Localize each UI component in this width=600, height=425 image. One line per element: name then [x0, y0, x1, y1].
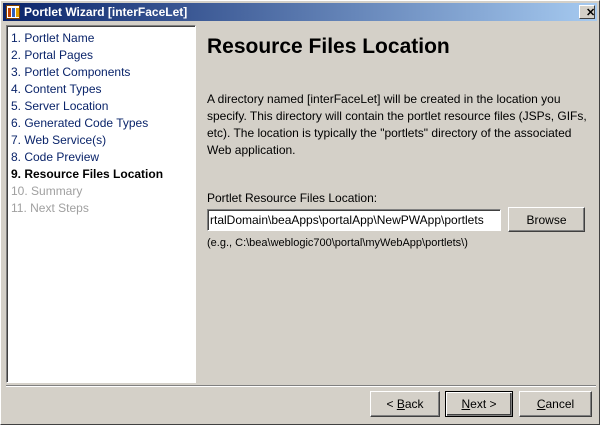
next-label-rest: ext	[470, 397, 487, 411]
back-mnemonic: B	[396, 397, 405, 411]
example-path-hint: (e.g., C:\bea\weblogic700\portal\myWebAp…	[207, 237, 468, 249]
next-mnemonic: N	[461, 397, 471, 411]
step-item-web-services[interactable]: 7. Web Service(s)	[11, 132, 195, 149]
step-item-code-preview[interactable]: 8. Code Preview	[11, 149, 195, 166]
app-icon	[6, 5, 20, 19]
step-item-content-types[interactable]: 4. Content Types	[11, 81, 195, 98]
step-item-portal-pages[interactable]: 2. Portal Pages	[11, 47, 195, 64]
footer-divider	[6, 385, 596, 387]
back-prefix: <	[386, 397, 397, 411]
step-item-next-steps: 11. Next Steps	[11, 201, 89, 215]
cancel-button[interactable]: Cancel	[519, 391, 592, 417]
resource-location-label: Portlet Resource Files Location:	[207, 191, 378, 205]
title-bar[interactable]: Portlet Wizard [interFaceLet] ✕	[3, 3, 597, 21]
back-label-rest: ack	[404, 397, 424, 411]
step-item-portlet-components[interactable]: 3. Portlet Components	[11, 64, 195, 81]
cancel-label-rest: ancel	[545, 397, 575, 411]
next-suffix: >	[486, 397, 497, 411]
back-button[interactable]: < Back	[370, 391, 440, 417]
step-item-summary: 10. Summary	[11, 184, 83, 198]
browse-button[interactable]: Browse	[508, 207, 585, 232]
description-text: A directory named [interFaceLet] will be…	[207, 92, 587, 157]
window-title: Portlet Wizard [interFaceLet]	[24, 5, 188, 19]
wizard-window: Portlet Wizard [interFaceLet] ✕ 1. Portl…	[0, 0, 600, 425]
steps-panel: 1. Portlet Name 2. Portal Pages 3. Portl…	[6, 25, 196, 383]
next-button[interactable]: Next >	[445, 391, 513, 417]
resource-location-input[interactable]	[207, 209, 501, 231]
step-item-generated-code-types[interactable]: 6. Generated Code Types	[11, 115, 195, 132]
step-item-resource-files-location: 9. Resource Files Location	[11, 167, 164, 181]
page-title: Resource Files Location	[207, 35, 450, 58]
close-button[interactable]: ✕	[579, 5, 595, 19]
steps-list: 1. Portlet Name 2. Portal Pages 3. Portl…	[7, 26, 195, 217]
step-item-portlet-name[interactable]: 1. Portlet Name	[11, 30, 195, 47]
step-item-server-location[interactable]: 5. Server Location	[11, 98, 195, 115]
